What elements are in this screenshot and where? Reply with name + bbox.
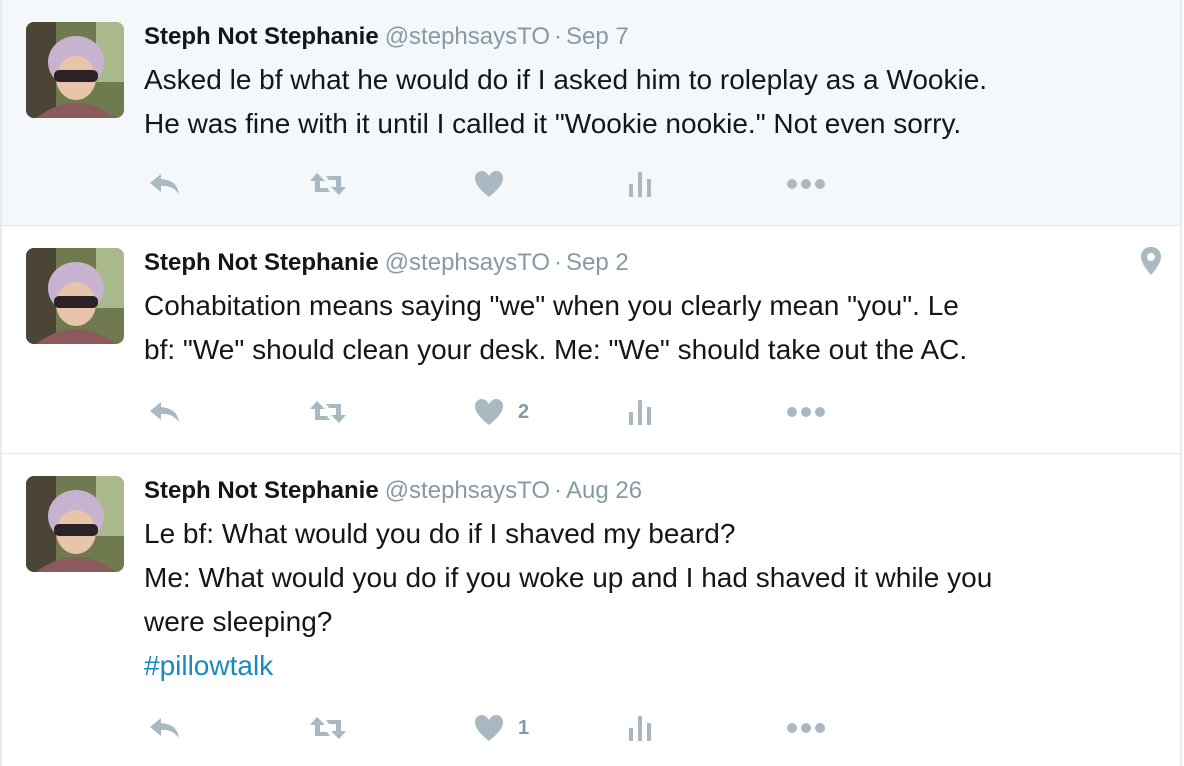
tweet-text-line: Cohabitation means saying "we" when you … [144,290,959,321]
location-pin-icon[interactable] [1140,246,1162,281]
tweet-item[interactable]: Steph Not Stephanie @stephsaysTO · Sep 2 Co… [0,226,1182,454]
avatar[interactable] [26,476,124,572]
tweet-timeline: Steph Not Stephanie @stephsaysTO · Sep 7 As… [0,0,1184,766]
analytics-button[interactable] [628,708,654,748]
avatar[interactable] [26,248,124,344]
reply-button[interactable] [148,392,182,432]
like-button[interactable]: 1 [474,708,529,748]
more-icon [787,723,825,733]
tweet-text-line: Asked le bf what he would do if I asked … [144,64,988,95]
tweet-item[interactable]: Steph Not Stephanie @stephsaysTO · Sep 7 As… [0,0,1182,226]
more-button[interactable] [786,164,826,204]
more-button[interactable] [786,708,826,748]
more-icon [787,407,825,417]
tweet-text: Le bf: What would you do if I shaved my … [144,512,1154,688]
tweet-text-line: He was fine with it until I called it "W… [144,108,962,139]
analytics-icon [629,716,651,741]
separator-dot: · [554,23,563,50]
analytics-button[interactable] [628,164,654,204]
reply-icon [150,402,179,422]
hashtag-link[interactable]: #pillowtalk [144,644,1154,688]
like-button[interactable]: 2 [474,392,529,432]
avatar[interactable] [26,22,124,118]
analytics-icon [629,172,651,197]
author-handle[interactable]: @stephsaysTO [385,477,550,504]
retweet-button[interactable] [308,708,348,748]
tweet-item[interactable]: Steph Not Stephanie @stephsaysTO · Aug 26 L… [0,454,1182,766]
like-count: 1 [518,716,530,739]
heart-icon [475,399,503,425]
author-name[interactable]: Steph Not Stephanie [144,249,379,276]
more-button[interactable] [786,392,826,432]
tweet-header: Steph Not Stephanie @stephsaysTO · Aug 26 [144,474,642,508]
tweet-text-line: Me: What would you do if you woke up and… [144,562,993,593]
author-name[interactable]: Steph Not Stephanie [144,23,379,50]
tweet-header: Steph Not Stephanie @stephsaysTO · Sep 7 [144,20,629,54]
retweet-button[interactable] [308,392,348,432]
more-icon [787,179,825,189]
heart-icon [475,715,503,741]
retweet-button[interactable] [308,164,348,204]
tweet-timestamp[interactable]: Sep 7 [566,23,629,50]
tweet-actions: 1 [144,708,864,748]
analytics-icon [629,400,651,425]
like-button[interactable] [474,164,504,204]
tweet-text-line: were sleeping? [144,606,333,637]
reply-button[interactable] [148,164,182,204]
separator-dot: · [554,249,563,276]
tweet-text-line: bf: "We" should clean your desk. Me: "We… [144,334,968,365]
reply-icon [150,718,179,738]
tweet-text: Asked le bf what he would do if I asked … [144,58,1154,146]
retweet-icon [310,173,346,195]
reply-icon [150,174,179,194]
tweet-timestamp[interactable]: Aug 26 [566,477,642,504]
tweet-header: Steph Not Stephanie @stephsaysTO · Sep 2 [144,246,629,280]
retweet-icon [310,717,346,739]
tweet-text-line: Le bf: What would you do if I shaved my … [144,518,736,549]
reply-button[interactable] [148,708,182,748]
author-handle[interactable]: @stephsaysTO [385,23,550,50]
author-name[interactable]: Steph Not Stephanie [144,477,379,504]
separator-dot: · [554,477,563,504]
tweet-actions: 2 [144,392,864,432]
analytics-button[interactable] [628,392,654,432]
tweet-actions [144,164,864,204]
tweet-timestamp[interactable]: Sep 2 [566,249,629,276]
like-count: 2 [518,400,530,423]
author-handle[interactable]: @stephsaysTO [385,249,550,276]
heart-icon [475,171,503,197]
tweet-text: Cohabitation means saying "we" when you … [144,284,1154,372]
retweet-icon [310,401,346,423]
